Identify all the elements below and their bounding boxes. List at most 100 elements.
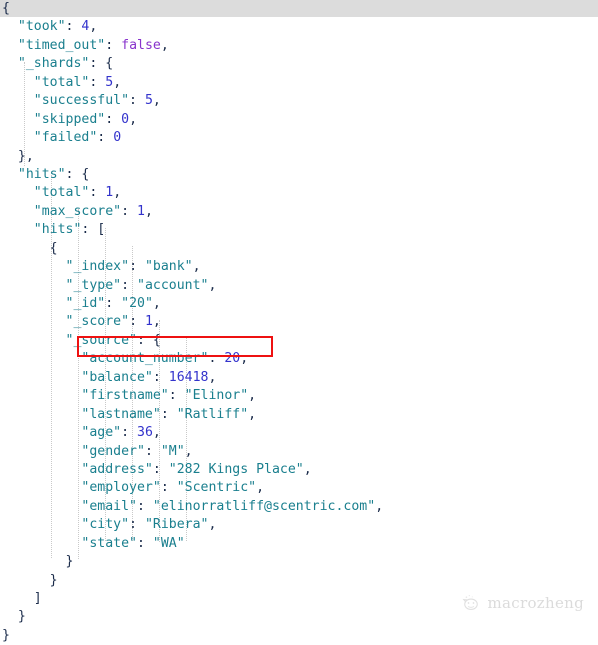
code-line[interactable]: } [0, 627, 598, 645]
code-line[interactable]: "email": "elinorratliff@scentric.com", [0, 498, 598, 516]
code-line[interactable]: }, [0, 148, 598, 166]
code-token: { [49, 240, 58, 256]
code-token: 1 [105, 185, 114, 201]
code-token: : [144, 443, 161, 459]
code-line[interactable]: "max_score": 1, [0, 203, 598, 221]
json-response-code-view[interactable]: { "took": 4, "timed_out": false, "_shard… [0, 0, 598, 643]
code-line[interactable]: "employer": "Scentric", [0, 479, 598, 497]
code-line[interactable]: } [0, 572, 598, 590]
code-token: "elinorratliff@scentric.com" [152, 498, 376, 514]
code-line[interactable]: } [0, 553, 598, 571]
watermark-text: macrozheng [487, 594, 584, 612]
code-token: : [121, 203, 137, 219]
code-token: "Ratliff" [176, 406, 249, 422]
code-line[interactable]: "address": "282 Kings Place", [0, 461, 598, 479]
code-line[interactable]: "hits": { [0, 166, 598, 184]
code-token: , [208, 517, 217, 533]
code-token: : [97, 130, 114, 146]
code-token: , [113, 185, 122, 201]
code-token: "Elinor" [184, 388, 249, 404]
code-line[interactable]: { [0, 0, 598, 18]
code-line[interactable]: "_shards": { [0, 55, 598, 73]
code-token: "lastname" [81, 406, 161, 422]
code-token: : { [137, 332, 161, 348]
code-token: "state" [81, 535, 137, 551]
code-line[interactable]: "gender": "M", [0, 443, 598, 461]
code-line[interactable]: "lastname": "Ratliff", [0, 406, 598, 424]
code-token: , [192, 259, 201, 275]
code-token: , [152, 425, 161, 441]
code-line[interactable]: "account_number": 20, [0, 350, 598, 368]
code-line[interactable]: "_source": { [0, 332, 598, 350]
code-token: : { [89, 56, 114, 72]
code-line[interactable]: "successful": 5, [0, 92, 598, 110]
code-token: "total" [33, 185, 90, 201]
code-token: } [2, 627, 10, 643]
code-line[interactable]: "_index": "bank", [0, 258, 598, 276]
code-line[interactable]: "took": 4, [0, 18, 598, 36]
code-token: "max_score" [33, 203, 122, 219]
code-token: "_source" [65, 332, 137, 348]
code-line[interactable]: { [0, 240, 598, 258]
code-token: "gender" [81, 443, 145, 459]
code-line[interactable]: "city": "Ribera", [0, 516, 598, 534]
code-token: : [129, 314, 145, 330]
code-token: , [208, 277, 217, 293]
code-token: , [240, 351, 249, 367]
code-token: : [208, 351, 225, 367]
code-token: : [152, 369, 169, 385]
code-token: "timed_out" [17, 37, 106, 53]
code-token: : [89, 185, 106, 201]
code-line[interactable]: "balance": 16418, [0, 369, 598, 387]
code-token: , [113, 74, 122, 90]
code-token: "_shards" [17, 56, 90, 72]
code-line[interactable]: "hits": [ [0, 221, 598, 239]
code-line[interactable]: "total": 1, [0, 184, 598, 202]
code-line[interactable]: "_id": "20", [0, 295, 598, 313]
code-line[interactable]: "_score": 1, [0, 313, 598, 331]
code-token: "age" [81, 425, 122, 441]
code-token: "failed" [33, 130, 98, 146]
code-token: : [121, 425, 137, 441]
code-line[interactable]: "skipped": 0, [0, 111, 598, 129]
code-token: : [129, 93, 145, 109]
code-token: 5 [144, 93, 153, 109]
code-token: "skipped" [33, 111, 106, 127]
code-token: }, [17, 148, 34, 164]
code-line[interactable]: "firstname": "Elinor", [0, 387, 598, 405]
code-token: : [89, 74, 106, 90]
code-token: "Scentric" [176, 480, 257, 496]
code-token: "bank" [144, 259, 193, 275]
code-token: "firstname" [81, 388, 169, 404]
code-token: "balance" [81, 369, 153, 385]
code-token: : [160, 480, 177, 496]
code-token: : [105, 296, 122, 311]
code-line[interactable]: "failed": 0 [0, 129, 598, 147]
code-line[interactable]: "age": 36, [0, 424, 598, 442]
code-lines-container[interactable]: { "took": 4, "timed_out": false, "_shard… [0, 0, 598, 645]
code-token: "address" [81, 461, 153, 477]
code-line[interactable]: "state": "WA" [0, 535, 598, 553]
code-token: "total" [33, 74, 90, 90]
code-token: : { [65, 166, 90, 182]
code-token: "successful" [33, 93, 130, 109]
code-token: "_id" [65, 296, 106, 311]
code-line[interactable]: "total": 5, [0, 74, 598, 92]
code-token: : [129, 259, 145, 275]
code-line[interactable]: "_type": "account", [0, 277, 598, 295]
code-token: "hits" [17, 166, 66, 182]
code-token: "282 Kings Place" [168, 461, 304, 477]
code-line[interactable]: "timed_out": false, [0, 37, 598, 55]
